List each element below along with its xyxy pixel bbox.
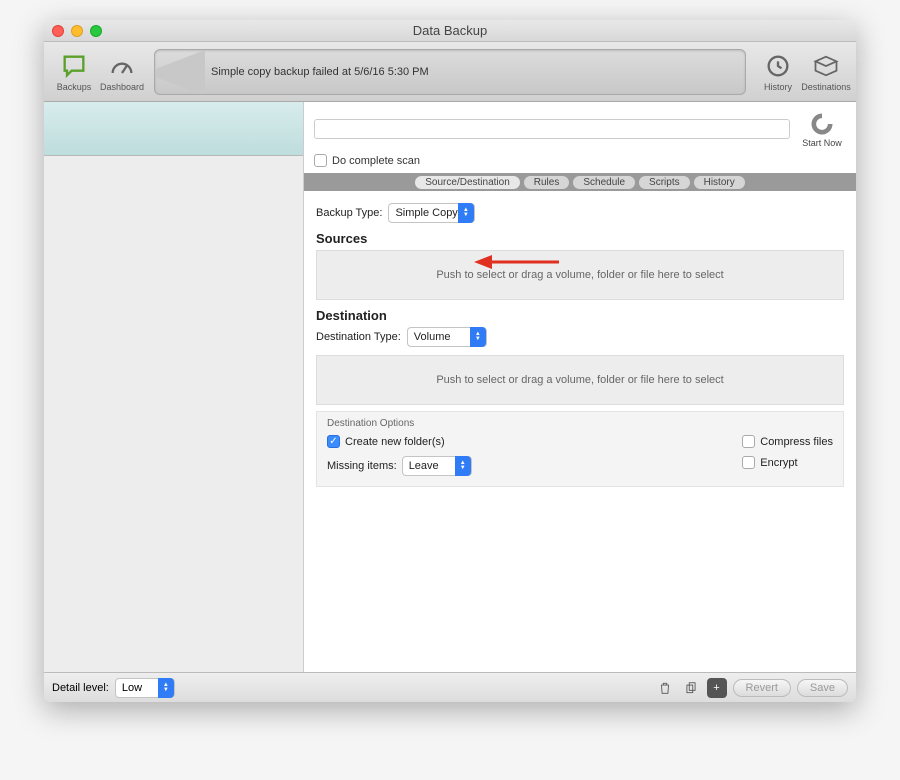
tab-content: Backup Type: Simple Copy ▲▼ Sources Push… — [304, 191, 856, 495]
tab-scripts[interactable]: Scripts — [639, 176, 690, 189]
sources-dropzone[interactable]: Push to select or drag a volume, folder … — [316, 250, 844, 300]
history-button[interactable]: History — [754, 52, 802, 92]
window-title: Data Backup — [44, 23, 856, 38]
trash-icon — [658, 681, 672, 695]
sources-drop-text: Push to select or drag a volume, folder … — [436, 269, 723, 281]
create-folders-row: ✓ Create new folder(s) — [327, 435, 472, 448]
tab-schedule[interactable]: Schedule — [573, 176, 635, 189]
backup-name-input[interactable] — [314, 119, 790, 139]
compress-checkbox[interactable] — [742, 435, 755, 448]
missing-items-label: Missing items: — [327, 460, 397, 472]
toolbar: Backups Dashboard Simple copy backup fai… — [44, 42, 856, 102]
body: Start Now Do complete scan Source/Destin… — [44, 102, 856, 672]
dashboard-label: Dashboard — [100, 82, 144, 92]
backup-type-label: Backup Type: — [316, 207, 382, 219]
compress-row: Compress files — [742, 435, 833, 448]
chevron-updown-icon: ▲▼ — [470, 327, 486, 347]
tab-source-destination[interactable]: Source/Destination — [415, 176, 520, 189]
destinations-label: Destinations — [801, 82, 851, 92]
encrypt-checkbox[interactable] — [742, 456, 755, 469]
copy-icon — [684, 681, 698, 695]
status-banner: Simple copy backup failed at 5/6/16 5:30… — [154, 49, 746, 95]
destination-dropzone[interactable]: Push to select or drag a volume, folder … — [316, 355, 844, 405]
create-folders-label: Create new folder(s) — [345, 436, 445, 448]
sources-heading: Sources — [316, 231, 844, 246]
sidebar — [44, 102, 304, 672]
create-folders-checkbox[interactable]: ✓ — [327, 435, 340, 448]
speech-bubble-icon — [60, 52, 88, 80]
missing-items-select[interactable]: Leave ▲▼ — [402, 456, 472, 476]
chevron-updown-icon: ▲▼ — [458, 203, 474, 223]
chevron-updown-icon: ▲▼ — [455, 456, 471, 476]
compress-label: Compress files — [760, 436, 833, 448]
backups-label: Backups — [57, 82, 92, 92]
footer: Detail level: Low ▲▼ + Revert Save — [44, 672, 856, 702]
encrypt-row: Encrypt — [742, 456, 833, 469]
swirl-icon — [808, 110, 836, 138]
detail-level-select[interactable]: Low ▲▼ — [115, 678, 175, 698]
missing-items-row: Missing items: Leave ▲▼ — [327, 456, 472, 476]
destination-type-row: Destination Type: Volume ▲▼ — [316, 327, 844, 347]
scan-row: Do complete scan — [304, 152, 856, 173]
duplicate-button[interactable] — [681, 678, 701, 698]
start-now-label: Start Now — [802, 138, 842, 148]
titlebar: Data Backup — [44, 20, 856, 42]
tab-bar: Source/Destination Rules Schedule Script… — [304, 173, 856, 191]
destination-options: Destination Options ✓ Create new folder(… — [316, 411, 844, 487]
tab-rules[interactable]: Rules — [524, 176, 570, 189]
sidebar-backup-item[interactable] — [44, 102, 303, 156]
chevron-updown-icon: ▲▼ — [158, 678, 174, 698]
backups-button[interactable]: Backups — [50, 52, 98, 92]
tab-history[interactable]: History — [694, 176, 745, 189]
history-label: History — [764, 82, 792, 92]
status-text: Simple copy backup failed at 5/6/16 5:30… — [211, 66, 429, 78]
gauge-icon — [108, 52, 136, 80]
destination-drop-text: Push to select or drag a volume, folder … — [436, 374, 723, 386]
encrypt-label: Encrypt — [760, 457, 797, 469]
start-now-button[interactable]: Start Now — [798, 110, 846, 148]
backup-type-value: Simple Copy — [395, 207, 457, 219]
backup-type-select[interactable]: Simple Copy ▲▼ — [388, 203, 474, 223]
dashboard-button[interactable]: Dashboard — [98, 52, 146, 92]
destination-type-label: Destination Type: — [316, 331, 401, 343]
add-button[interactable]: + — [707, 678, 727, 698]
main-panel: Start Now Do complete scan Source/Destin… — [304, 102, 856, 672]
box-icon — [812, 52, 840, 80]
name-row: Start Now — [304, 102, 856, 152]
backup-type-row: Backup Type: Simple Copy ▲▼ — [316, 203, 844, 223]
destination-type-select[interactable]: Volume ▲▼ — [407, 327, 487, 347]
delete-button[interactable] — [655, 678, 675, 698]
detail-level-value: Low — [122, 682, 142, 694]
detail-level-label: Detail level: — [52, 682, 109, 694]
destination-type-value: Volume — [414, 331, 451, 343]
banner-tail-icon — [154, 50, 205, 95]
clock-icon — [764, 52, 792, 80]
save-button[interactable]: Save — [797, 679, 848, 697]
do-complete-scan-label: Do complete scan — [332, 155, 420, 167]
destination-heading: Destination — [316, 308, 844, 323]
plus-icon: + — [713, 682, 719, 694]
destination-options-title: Destination Options — [327, 418, 833, 429]
destinations-button[interactable]: Destinations — [802, 52, 850, 92]
revert-button[interactable]: Revert — [733, 679, 791, 697]
app-window: Data Backup Backups Dashboard Simple cop… — [44, 20, 856, 702]
do-complete-scan-checkbox[interactable] — [314, 154, 327, 167]
missing-items-value: Leave — [409, 460, 439, 472]
